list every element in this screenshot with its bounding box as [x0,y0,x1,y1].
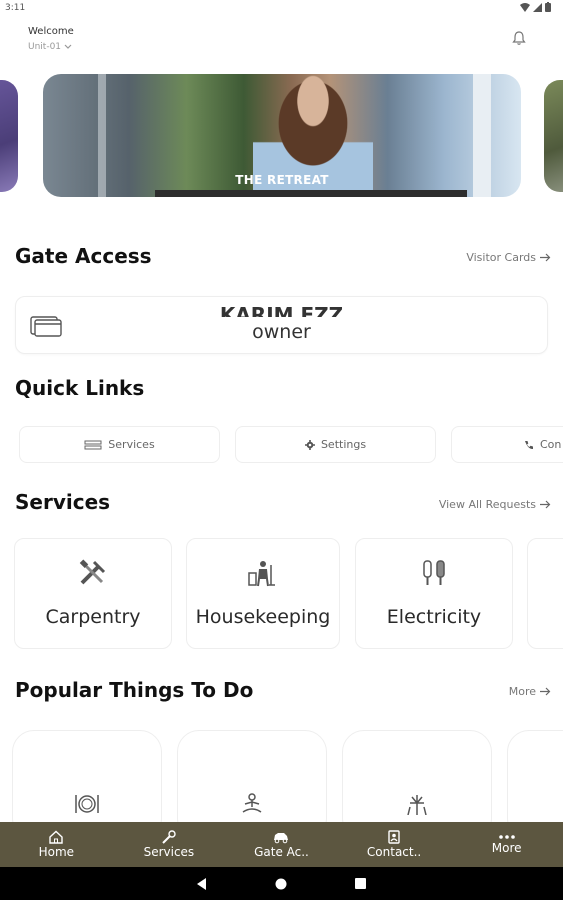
home-icon [49,830,63,844]
quick-link-label: Services [108,438,155,451]
services-title: Services [15,490,111,514]
fireworks-icon [407,795,427,815]
system-icons [520,2,551,12]
service-label: Electricity [386,606,482,628]
popular-title: Popular Things To Do [15,678,254,702]
back-icon[interactable] [197,877,207,890]
status-time: 3:11 [5,3,26,13]
wrench-icon [162,830,176,844]
quick-link-services[interactable]: Services [19,426,220,463]
nav-label: More [491,841,522,855]
nav-more[interactable]: More [450,822,563,867]
yoga-icon [242,793,262,813]
quick-link-label: Settings [320,438,367,451]
housekeeping-icon [248,561,275,587]
popular-card-fireworks[interactable] [342,730,492,822]
view-all-requests-label: View All Requests [438,498,536,511]
bottom-nav: Home Services Gate Ac.. Contact.. More [0,822,563,867]
gear-icon [304,439,315,450]
popular-card-yoga[interactable] [177,730,327,822]
popular-card-more[interactable] [507,730,563,822]
nav-home[interactable]: Home [0,822,113,867]
home-circle-icon[interactable] [275,878,287,890]
carousel-slide-current[interactable]: THE RETREAT [43,74,521,197]
service-card-more[interactable] [527,538,563,649]
quick-link-settings[interactable]: Settings [235,426,436,463]
resident-name: KARIM EZZ [219,303,344,317]
popular-card-dining[interactable] [12,730,162,822]
service-card-housekeeping[interactable]: Housekeeping [186,538,340,649]
services-row[interactable]: Carpentry Housekeeping Electricity [0,538,563,650]
promo-carousel[interactable]: THE RETREAT [0,74,563,198]
arrow-right-icon [540,687,551,696]
contact-book-icon [388,830,400,844]
car-icon [274,833,289,844]
recents-icon[interactable] [355,878,366,889]
nav-label: Services [143,845,195,859]
battery-icon [545,2,551,12]
slide-overlay-strip [155,190,467,197]
carousel-slide-next[interactable] [544,80,563,192]
carpentry-tools-icon [79,559,106,585]
nav-label: Gate Ac.. [254,845,309,859]
arrow-right-icon [540,500,551,509]
services-icon [84,440,102,449]
visitor-cards-link[interactable]: Visitor Cards [466,251,551,264]
resident-role: owner [252,321,311,343]
gate-access-title: Gate Access [15,244,152,268]
phone-icon [525,440,533,449]
unit-selector[interactable]: Unit-01 [28,42,72,52]
more-link[interactable]: More [509,685,551,698]
more-dots-icon [498,835,515,839]
unit-label: Unit-01 [28,42,62,52]
quick-link-label: Con [540,438,562,451]
bell-icon[interactable] [511,30,527,46]
quick-links-row[interactable]: Services Settings Con [0,426,563,464]
electricity-icon [423,560,445,585]
more-label: More [508,685,536,698]
gate-access-card[interactable]: KARIM EZZ owner [15,296,548,354]
service-label: Housekeeping [195,606,331,628]
view-all-requests-link[interactable]: View All Requests [439,498,551,511]
nav-label: Home [38,845,75,859]
welcome-label: Welcome [28,26,74,37]
status-bar: 3:11 [0,0,563,18]
arrow-right-icon [540,253,551,262]
service-card-carpentry[interactable]: Carpentry [14,538,172,649]
nav-gate-access[interactable]: Gate Ac.. [225,822,338,867]
system-nav-bar [0,867,563,900]
visitor-cards-label: Visitor Cards [466,251,536,264]
signal-icon [533,2,542,12]
wifi-icon [520,2,530,12]
service-label: Carpentry [45,606,141,628]
slide-caption: THE RETREAT [235,173,329,187]
nav-contact[interactable]: Contact.. [338,822,451,867]
carousel-slide-prev[interactable] [0,80,18,192]
nav-label: Contact.. [366,845,422,859]
nav-services[interactable]: Services [113,822,226,867]
dining-icon [75,795,99,813]
popular-row[interactable] [0,730,563,822]
quick-link-contact[interactable]: Con [451,426,563,463]
quick-links-title: Quick Links [15,376,145,400]
chevron-down-icon [64,44,72,49]
service-card-electricity[interactable]: Electricity [355,538,513,649]
